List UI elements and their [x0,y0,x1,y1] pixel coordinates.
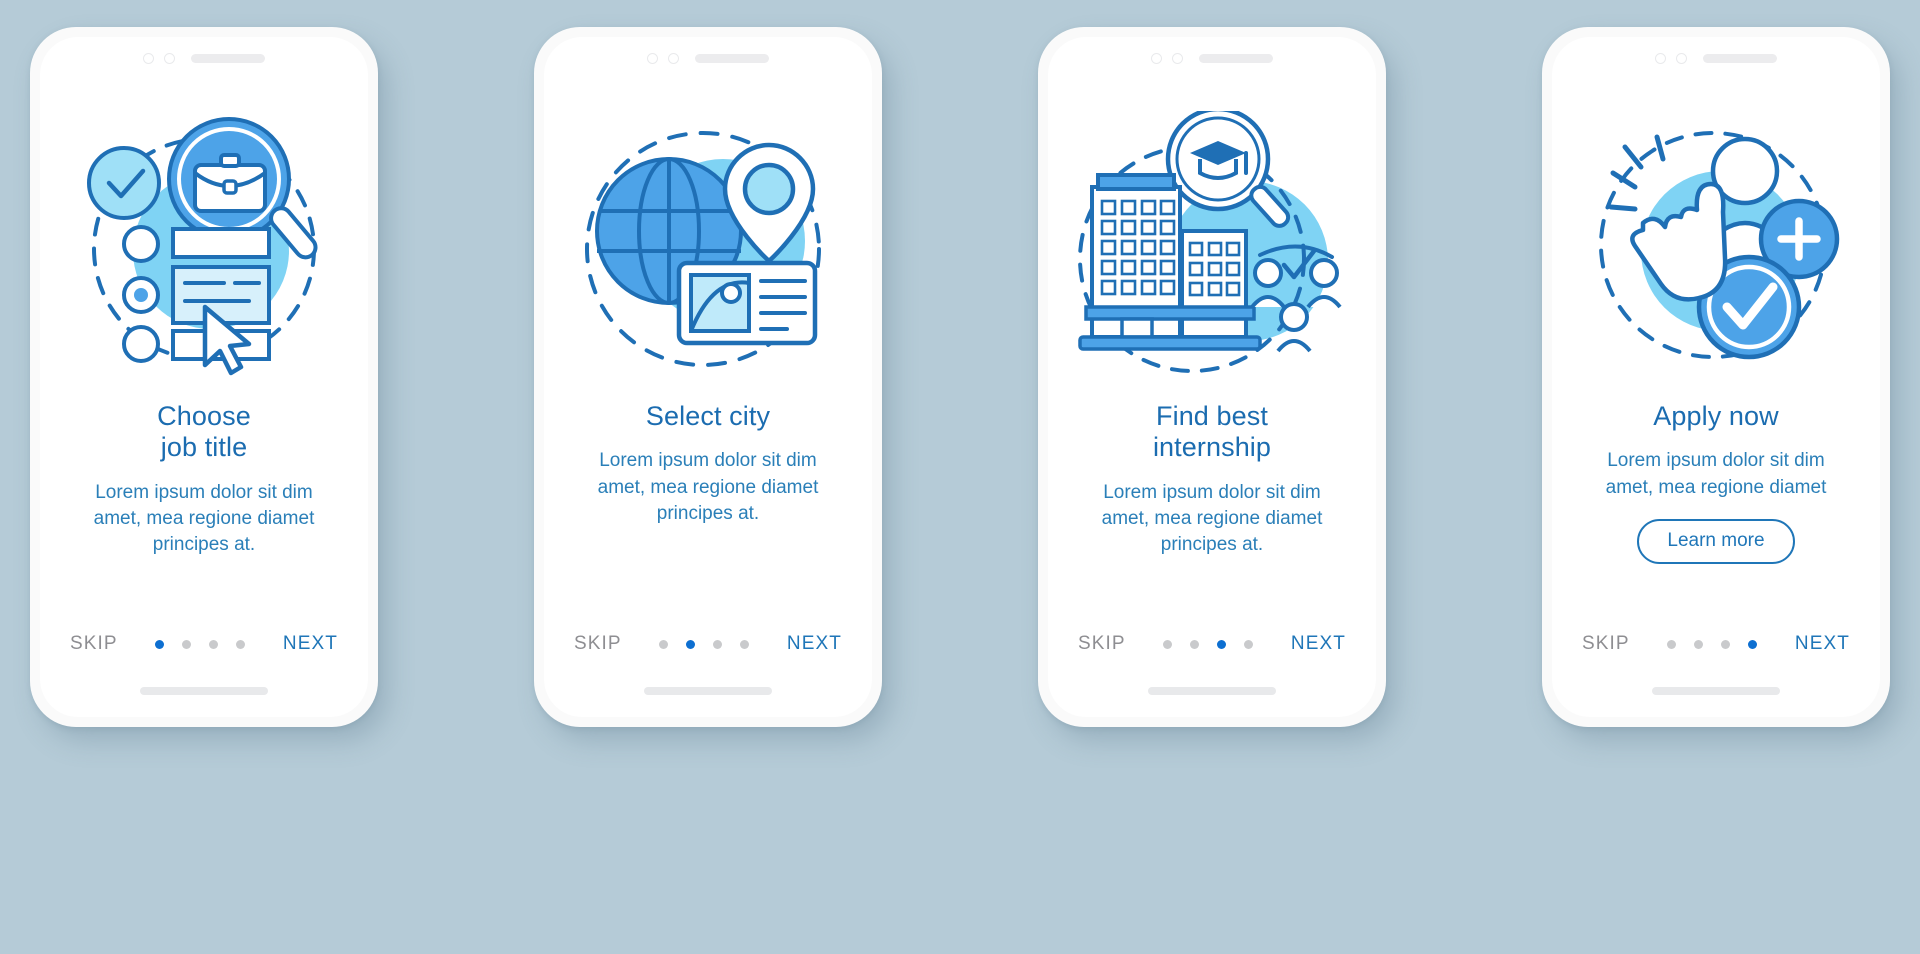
pagination-dot-4[interactable] [236,639,246,649]
screen-description: Lorem ipsum dolor sit dim amet, mea regio… [1102,480,1323,559]
illustration-buildings-graduation-people [1048,101,1376,401]
phone-topbar [1552,37,1880,79]
earpiece-speaker [1199,53,1273,63]
screen-description: Lorem ipsum dolor sit dim amet, mea regio… [1606,448,1827,500]
screen-description-line: Lorem ipsum dolor sit dim [599,450,817,472]
earpiece-speaker [695,53,769,63]
phone-card-find-best-internship: Find best internship Lorem ipsum dolor si… [1038,27,1386,727]
pagination-dot-2[interactable] [1694,639,1704,649]
earpiece-speaker [191,53,265,63]
onboarding-nav: SKIP NEXT [40,633,368,655]
pagination-dot-1[interactable] [1667,639,1677,649]
screen-title-line: job title [160,432,248,463]
home-indicator [1148,687,1276,695]
pagination-dot-3[interactable] [1721,639,1731,649]
phone-topbar [40,37,368,79]
screen-description-line: principes at. [1160,534,1264,556]
onboarding-screens-stage: Choose job title Lorem ipsum dolor sit di… [0,0,1920,954]
proximity-sensor-icon [1676,52,1687,64]
screen-body: Select city Lorem ipsum dolor sit dim ame… [544,401,872,717]
earpiece-speaker [1703,53,1777,63]
illustration-globe-pin-card [544,101,872,401]
pagination-dot-3[interactable] [713,639,723,649]
screen-body: Apply now Lorem ipsum dolor sit dim amet,… [1552,401,1880,717]
front-camera-icon [1655,52,1666,64]
pagination-dot-1[interactable] [155,639,165,649]
phone-card-select-city: Select city Lorem ipsum dolor sit dim ame… [534,27,882,727]
phone-topbar [1048,37,1376,79]
next-button[interactable]: NEXT [1291,633,1346,655]
screen-title-line: internship [1152,432,1272,463]
screen-description-line: Lorem ipsum dolor sit dim [1103,481,1321,503]
onboarding-nav: SKIP NEXT [1048,633,1376,655]
phone-card-choose-job-title: Choose job title Lorem ipsum dolor sit di… [30,27,378,727]
screen-title: Find best internship [1153,401,1271,464]
onboarding-nav: SKIP NEXT [544,633,872,655]
screen-body: Choose job title Lorem ipsum dolor sit di… [40,401,368,717]
screen-description: Lorem ipsum dolor sit dim amet, mea regio… [94,480,315,559]
phone-screen: Select city Lorem ipsum dolor sit dim ame… [544,37,872,717]
pagination-dot-4[interactable] [740,639,750,649]
phone-topbar [544,37,872,79]
phone-card-apply-now: Apply now Lorem ipsum dolor sit dim amet,… [1542,27,1890,727]
learn-more-button[interactable]: Learn more [1637,518,1795,564]
screen-description-line: amet, mea regione diamet [597,476,819,498]
next-button[interactable]: NEXT [283,633,338,655]
proximity-sensor-icon [164,52,175,64]
screen-body: Find best internship Lorem ipsum dolor si… [1048,401,1376,717]
proximity-sensor-icon [668,52,679,64]
pagination-dot-2[interactable] [686,639,696,649]
illustration-briefcase-magnifier-checklist [40,101,368,401]
pagination-dots [1163,639,1254,649]
pagination-dot-3[interactable] [209,639,219,649]
front-camera-icon [647,52,658,64]
pagination-dots [1667,639,1758,649]
screen-description: Lorem ipsum dolor sit dim amet, mea regio… [598,448,819,527]
onboarding-nav: SKIP NEXT [1552,633,1880,655]
phone-screen: Find best internship Lorem ipsum dolor si… [1048,37,1376,717]
phone-screen: Choose job title Lorem ipsum dolor sit di… [40,37,368,717]
screen-title-line: Find best [1156,401,1268,431]
pagination-dots [155,639,246,649]
screen-title-line: Choose [157,401,251,431]
pagination-dot-3[interactable] [1217,639,1227,649]
illustration-cursor-person-check [1552,101,1880,401]
screen-title-line: Apply now [1653,401,1779,431]
screen-description-line: amet, mea regione diamet [1101,507,1323,529]
screen-description-line: amet, mea regione diamet [1605,476,1827,498]
screen-title-line: Select city [645,401,771,431]
front-camera-icon [1151,52,1162,64]
skip-button[interactable]: SKIP [1078,633,1126,655]
pagination-dot-2[interactable] [182,639,192,649]
phone-screen: Apply now Lorem ipsum dolor sit dim amet,… [1552,37,1880,717]
screen-description-line: Lorem ipsum dolor sit dim [95,481,313,503]
pagination-dot-1[interactable] [659,639,669,649]
screen-title: Choose job title [157,401,251,464]
pagination-dot-1[interactable] [1163,639,1173,649]
pagination-dot-4[interactable] [1748,639,1758,649]
skip-button[interactable]: SKIP [70,633,118,655]
pagination-dot-2[interactable] [1190,639,1200,649]
skip-button[interactable]: SKIP [574,633,622,655]
screen-title: Apply now [1653,401,1778,432]
pagination-dot-4[interactable] [1244,639,1254,649]
home-indicator [1652,687,1780,695]
screen-description-line: principes at. [152,534,256,556]
proximity-sensor-icon [1172,52,1183,64]
front-camera-icon [143,52,154,64]
screen-description-line: amet, mea regione diamet [93,507,315,529]
screen-description-line: principes at. [656,502,760,524]
next-button[interactable]: NEXT [787,633,842,655]
phone-cards-row: Choose job title Lorem ipsum dolor sit di… [0,0,1920,954]
screen-description-line: Lorem ipsum dolor sit dim [1607,450,1825,472]
home-indicator [644,687,772,695]
home-indicator [140,687,268,695]
screen-title: Select city [646,401,770,432]
pagination-dots [659,639,750,649]
next-button[interactable]: NEXT [1795,633,1850,655]
skip-button[interactable]: SKIP [1582,633,1630,655]
